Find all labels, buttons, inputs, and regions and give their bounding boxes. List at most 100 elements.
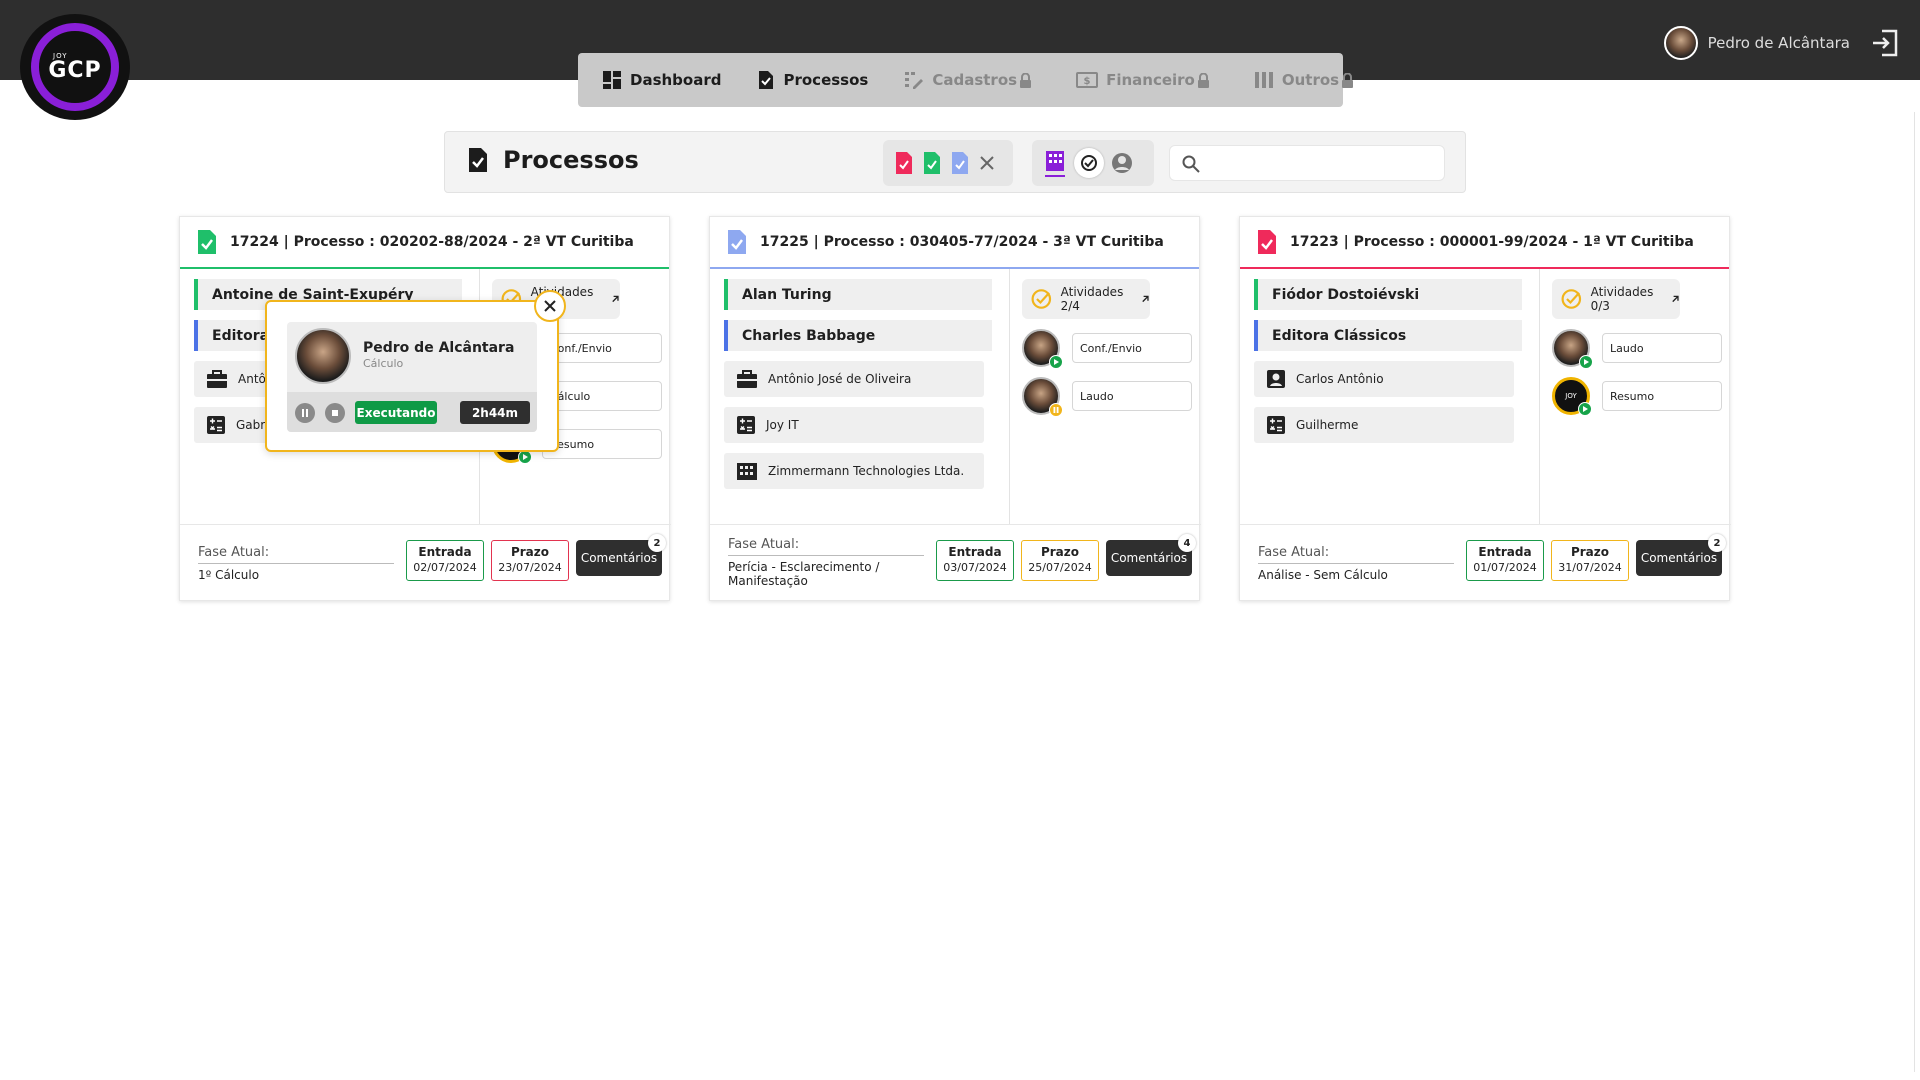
activity-name: Resumo	[542, 429, 662, 459]
activities-count: Atividades 0/3	[1590, 285, 1654, 313]
prazo-date: Prazo 25/07/2024	[1021, 540, 1099, 581]
nav-item-financeiro[interactable]: $ Financeiro	[1076, 53, 1218, 107]
elapsed-timer: 2h44m	[460, 401, 530, 424]
building-icon[interactable]	[1042, 148, 1068, 178]
play-icon	[1049, 355, 1063, 369]
stop-button[interactable]	[325, 403, 345, 423]
arrow-up-right-icon	[1672, 295, 1679, 303]
document-check-icon	[469, 148, 487, 172]
filter-blue-document-icon[interactable]	[949, 150, 971, 176]
money-icon: $	[1076, 72, 1099, 88]
document-check-icon	[1258, 230, 1276, 254]
activities-button[interactable]: Atividades 0/3	[1552, 279, 1680, 319]
activities-button[interactable]: Atividades 2/4	[1022, 279, 1150, 319]
logout-button[interactable]	[1870, 28, 1900, 62]
comments-button[interactable]: Comentários 2	[576, 534, 666, 576]
document-check-icon	[198, 230, 216, 254]
page-title: Processos	[467, 146, 639, 174]
prazo-date: Prazo 23/07/2024	[491, 540, 569, 581]
document-check-icon	[759, 71, 774, 89]
activity-row[interactable]: Laudo	[1022, 377, 1192, 417]
person-entity[interactable]: Carlos Antônio	[1254, 361, 1514, 397]
process-card[interactable]: 17223 | Processo : 000001-99/2024 - 1ª V…	[1239, 216, 1731, 602]
register-icon	[905, 72, 924, 89]
prazo-value: 23/07/2024	[498, 561, 562, 574]
nav-item-label: Cadastros	[932, 71, 1018, 89]
calculist-entity[interactable]: Joy IT	[724, 407, 984, 443]
view-filter-group	[1032, 140, 1154, 186]
entrada-label: Entrada	[1478, 545, 1532, 559]
lawyer-entity[interactable]: Antônio José de Oliveira	[724, 361, 984, 397]
calculator-icon	[1267, 416, 1285, 434]
entity-label: Carlos Antônio	[1296, 372, 1384, 386]
nav-item-dashboard[interactable]: Dashboard	[602, 53, 721, 107]
nav-item-label: Financeiro	[1106, 71, 1195, 89]
pause-button[interactable]	[295, 403, 315, 423]
comments-count-badge: 2	[1708, 534, 1726, 552]
nav-item-outros[interactable]: Outros	[1254, 53, 1362, 107]
filter-red-document-icon[interactable]	[893, 150, 915, 176]
main-nav: Dashboard Processos Cadastros $ Financei…	[578, 53, 1354, 107]
comments-button[interactable]: Comentários 4	[1106, 534, 1196, 576]
party-name: Fiódor Dostoiévski	[1272, 286, 1420, 303]
close-button[interactable]	[534, 290, 566, 322]
entrada-date: Entrada 03/07/2024	[936, 540, 1014, 581]
page-title-text: Processos	[503, 146, 639, 174]
dashboard-icon	[603, 71, 621, 89]
entity-label: Joy IT	[766, 418, 799, 432]
activity-row[interactable]: Laudo	[1552, 329, 1722, 369]
building-icon	[737, 463, 757, 480]
user-circle-icon[interactable]	[1110, 151, 1134, 175]
search-input[interactable]	[1212, 146, 1432, 180]
page-scrollbar[interactable]	[1914, 112, 1920, 1072]
avatar	[1552, 329, 1593, 369]
fase-value: Perícia - Esclarecimento / Manifestação	[728, 560, 880, 588]
timer-controls: Executando 2h44m	[287, 392, 537, 432]
activity-row[interactable]: JOY Resumo	[1552, 377, 1722, 416]
prazo-value: 25/07/2024	[1028, 561, 1092, 574]
close-icon	[544, 300, 556, 312]
status-badge: Executando	[355, 401, 437, 424]
card-header: 17223 | Processo : 000001-99/2024 - 1ª V…	[1240, 217, 1729, 269]
card-footer: Fase Atual: 1º Cálculo Entrada 02/07/2024…	[180, 524, 671, 602]
prazo-label: Prazo	[510, 545, 550, 559]
process-card[interactable]: 17225 | Processo : 030405-77/2024 - 3ª V…	[709, 216, 1201, 601]
play-icon	[518, 450, 532, 464]
avatar	[295, 328, 351, 384]
party-plaintiff: Alan Turing	[724, 279, 992, 310]
comments-button[interactable]: Comentários 2	[1636, 534, 1726, 576]
nav-item-processos[interactable]: Processos	[757, 53, 868, 107]
calculist-entity[interactable]: Guilherme	[1254, 407, 1514, 443]
entrada-value: 03/07/2024	[943, 561, 1007, 574]
party-name: Charles Babbage	[742, 327, 876, 344]
company-entity[interactable]: Zimmermann Technologies Ltda.	[724, 453, 984, 489]
card-title: 17224 | Processo : 020202-88/2024 - 2ª V…	[230, 234, 634, 250]
fase-value: 1º Cálculo	[198, 568, 260, 582]
filter-green-document-icon[interactable]	[921, 150, 943, 176]
nav-item-cadastros[interactable]: Cadastros	[904, 53, 1040, 107]
entity-label: Guilherme	[1296, 418, 1359, 432]
entrada-value: 02/07/2024	[413, 561, 477, 574]
app-logo[interactable]: JOY GCP	[20, 14, 130, 120]
logout-icon	[1873, 29, 1898, 57]
card-title: 17223 | Processo : 000001-99/2024 - 1ª V…	[1290, 234, 1694, 250]
fase-label: Fase Atual:	[728, 537, 924, 556]
clear-filter-icon[interactable]	[977, 153, 997, 173]
fase-label: Fase Atual:	[198, 545, 394, 564]
document-check-icon	[728, 230, 746, 254]
party-defendant: Editora Clássicos	[1254, 320, 1522, 351]
prazo-value: 31/07/2024	[1558, 561, 1622, 574]
logo-text: GCP	[48, 57, 102, 83]
card-header: 17224 | Processo : 020202-88/2024 - 2ª V…	[180, 217, 669, 269]
card-divider	[1009, 269, 1010, 524]
activity-row[interactable]: Conf./Envio	[1022, 329, 1192, 369]
check-circle-icon	[1561, 289, 1582, 309]
pause-icon	[1049, 403, 1063, 417]
card-footer: Fase Atual: Análise - Sem Cálculo Entrad…	[1240, 524, 1731, 602]
entity-label: Zimmermann Technologies Ltda.	[768, 464, 965, 478]
nav-item-label: Processos	[783, 71, 869, 89]
person-icon	[1267, 370, 1285, 388]
party-name: Alan Turing	[742, 286, 832, 303]
user-menu[interactable]: Pedro de Alcântara	[1663, 26, 1850, 60]
sync-toggle[interactable]	[1074, 148, 1104, 178]
